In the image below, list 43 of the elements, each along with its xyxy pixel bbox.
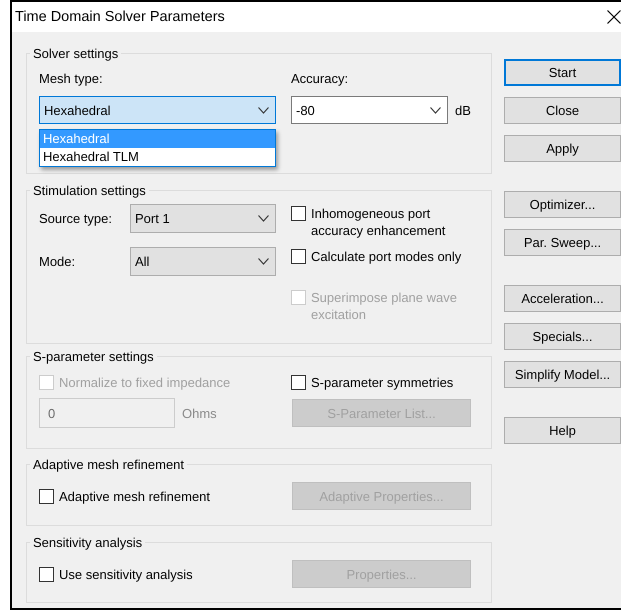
field-label: Mesh type: [39, 71, 103, 86]
field-label: Source type: [39, 211, 113, 226]
checkbox-label: Normalize to fixed impedance [59, 374, 230, 391]
chevron-down-icon [430, 106, 441, 114]
chevron-down-icon [258, 258, 269, 265]
close-icon[interactable] [607, 10, 621, 24]
checkbox[interactable] [291, 375, 306, 390]
field-label: Accuracy: [291, 71, 348, 86]
checkbox-label: Inhomogeneous port accuracy enhancement [311, 205, 446, 239]
dialog-button[interactable]: Start [504, 59, 621, 86]
group-title: Sensitivity analysis [32, 535, 144, 550]
group-title: Stimulation settings [32, 183, 147, 198]
dialog-button[interactable]: Par. Sweep... [504, 229, 621, 256]
checkbox[interactable] [291, 206, 306, 221]
checkbox-label: Calculate port modes only [311, 248, 462, 265]
dialog-button[interactable]: Optimizer... [504, 191, 621, 218]
dropdown-option[interactable]: Hexahedral TLM [40, 148, 275, 166]
dropdown[interactable]: Port 1 [130, 204, 276, 233]
mesh-type-dropdown[interactable]: Hexahedral [39, 96, 276, 124]
dialog-button[interactable]: Help [504, 417, 621, 444]
accuracy-dropdown[interactable]: -80 [291, 96, 448, 124]
window-title: Time Domain Solver Parameters [15, 9, 225, 25]
unit-label: Ohms [182, 406, 217, 420]
dialog-button[interactable]: Simplify Model... [504, 361, 621, 388]
checkbox-label: S-parameter symmetries [311, 374, 454, 391]
checkbox[interactable] [39, 566, 54, 582]
dialog-button[interactable]: Close [504, 97, 621, 124]
checkbox[interactable] [39, 488, 54, 504]
dropdown[interactable]: All [130, 247, 276, 276]
checkbox-label: Use sensitivity analysis [59, 566, 193, 582]
checkbox-label: Superimpose plane wave excitation [311, 289, 458, 323]
chevron-down-icon [258, 106, 269, 114]
group-title: Adaptive mesh refinement [32, 457, 186, 472]
checkbox-label: Adaptive mesh refinement [59, 488, 210, 504]
checkbox[interactable] [291, 249, 306, 264]
dialog-button[interactable]: Specials... [504, 323, 621, 350]
field-label: Mode: [39, 254, 76, 269]
dialog-button[interactable]: Apply [504, 135, 621, 162]
unit-label: dB [455, 102, 471, 118]
group-title: S-parameter settings [32, 349, 155, 364]
chevron-down-icon [258, 215, 269, 222]
group-title: Solver settings [32, 46, 120, 61]
dialog-button[interactable]: Acceleration... [504, 285, 621, 312]
